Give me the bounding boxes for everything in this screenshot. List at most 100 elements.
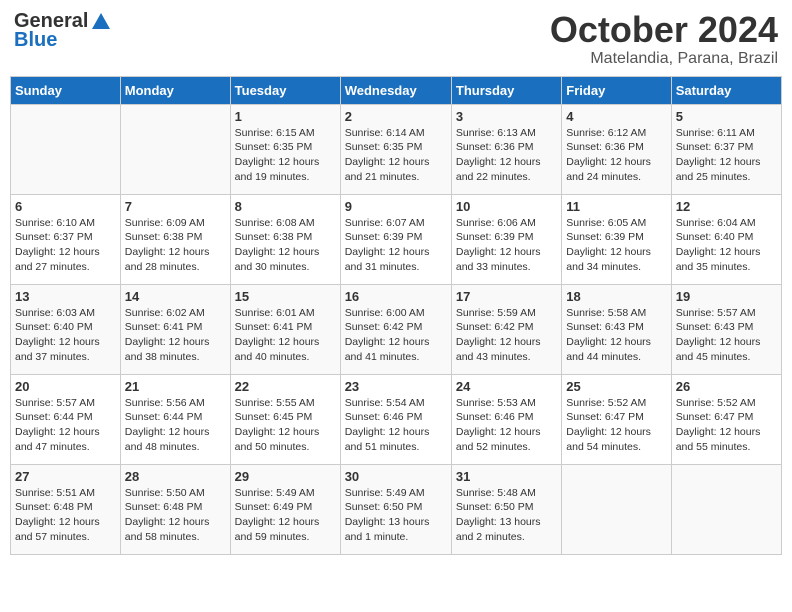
calendar-cell: 25 Sunrise: 5:52 AMSunset: 6:47 PMDayligh… [562, 374, 671, 464]
calendar-cell: 24 Sunrise: 5:53 AMSunset: 6:46 PMDayligh… [451, 374, 561, 464]
day-info: Sunrise: 6:11 AMSunset: 6:37 PMDaylight:… [676, 126, 777, 185]
calendar-week-row: 6 Sunrise: 6:10 AMSunset: 6:37 PMDaylight… [11, 194, 782, 284]
calendar-cell: 20 Sunrise: 5:57 AMSunset: 6:44 PMDayligh… [11, 374, 121, 464]
day-info: Sunrise: 5:54 AMSunset: 6:46 PMDaylight:… [345, 396, 447, 455]
day-number: 1 [235, 109, 336, 124]
day-number: 21 [125, 379, 226, 394]
day-number: 5 [676, 109, 777, 124]
day-info: Sunrise: 5:58 AMSunset: 6:43 PMDaylight:… [566, 306, 666, 365]
day-info: Sunrise: 5:49 AMSunset: 6:49 PMDaylight:… [235, 486, 336, 545]
calendar-cell: 6 Sunrise: 6:10 AMSunset: 6:37 PMDaylight… [11, 194, 121, 284]
day-number: 28 [125, 469, 226, 484]
day-info: Sunrise: 6:15 AMSunset: 6:35 PMDaylight:… [235, 126, 336, 185]
day-number: 23 [345, 379, 447, 394]
calendar-cell: 13Sunrise: 6:03 AMSunset: 6:40 PMDayligh… [11, 284, 121, 374]
calendar-cell [671, 464, 781, 554]
calendar-cell [11, 104, 121, 194]
day-number: 25 [566, 379, 666, 394]
day-number: 12 [676, 199, 777, 214]
calendar-cell: 29 Sunrise: 5:49 AMSunset: 6:49 PMDayligh… [230, 464, 340, 554]
day-number: 2 [345, 109, 447, 124]
calendar-cell: 14Sunrise: 6:02 AMSunset: 6:41 PMDayligh… [120, 284, 230, 374]
day-number: 27 [15, 469, 116, 484]
day-number: 22 [235, 379, 336, 394]
day-info: Sunrise: 5:56 AMSunset: 6:44 PMDaylight:… [125, 396, 226, 455]
day-number: 26 [676, 379, 777, 394]
day-info: Sunrise: 5:59 AMSunset: 6:42 PMDaylight:… [456, 306, 557, 365]
logo-blue: Blue [14, 29, 57, 52]
day-number: 20 [15, 379, 116, 394]
day-number: 11 [566, 199, 666, 214]
day-info: Sunrise: 6:02 AMSunset: 6:41 PMDaylight:… [125, 306, 226, 365]
page-header: General Blue October 2024 Matelandia, Pa… [10, 10, 782, 68]
calendar-cell [120, 104, 230, 194]
calendar-week-row: 20 Sunrise: 5:57 AMSunset: 6:44 PMDayligh… [11, 374, 782, 464]
header-saturday: Saturday [671, 76, 781, 104]
day-number: 17 [456, 289, 557, 304]
calendar-cell: 23 Sunrise: 5:54 AMSunset: 6:46 PMDayligh… [340, 374, 451, 464]
calendar-cell: 12 Sunrise: 6:04 AMSunset: 6:40 PMDayligh… [671, 194, 781, 284]
day-number: 10 [456, 199, 557, 214]
calendar-cell: 8 Sunrise: 6:08 AMSunset: 6:38 PMDaylight… [230, 194, 340, 284]
calendar-cell: 17 Sunrise: 5:59 AMSunset: 6:42 PMDayligh… [451, 284, 561, 374]
calendar-cell: 18 Sunrise: 5:58 AMSunset: 6:43 PMDayligh… [562, 284, 671, 374]
day-number: 16 [345, 289, 447, 304]
day-number: 8 [235, 199, 336, 214]
logo-icon [90, 11, 112, 33]
calendar-cell: 31 Sunrise: 5:48 AMSunset: 6:50 PMDayligh… [451, 464, 561, 554]
header-friday: Friday [562, 76, 671, 104]
header-wednesday: Wednesday [340, 76, 451, 104]
calendar-cell: 1 Sunrise: 6:15 AMSunset: 6:35 PMDaylight… [230, 104, 340, 194]
calendar-header-row: Sunday Monday Tuesday Wednesday Thursday… [11, 76, 782, 104]
calendar-week-row: 1 Sunrise: 6:15 AMSunset: 6:35 PMDaylight… [11, 104, 782, 194]
day-info: Sunrise: 6:00 AMSunset: 6:42 PMDaylight:… [345, 306, 447, 365]
header-tuesday: Tuesday [230, 76, 340, 104]
calendar-cell: 26 Sunrise: 5:52 AMSunset: 6:47 PMDayligh… [671, 374, 781, 464]
day-info: Sunrise: 5:49 AMSunset: 6:50 PMDaylight:… [345, 486, 447, 545]
calendar-cell: 11Sunrise: 6:05 AMSunset: 6:39 PMDayligh… [562, 194, 671, 284]
calendar-cell: 27 Sunrise: 5:51 AMSunset: 6:48 PMDayligh… [11, 464, 121, 554]
calendar-cell: 4Sunrise: 6:12 AMSunset: 6:36 PMDaylight… [562, 104, 671, 194]
day-info: Sunrise: 6:13 AMSunset: 6:36 PMDaylight:… [456, 126, 557, 185]
day-info: Sunrise: 5:51 AMSunset: 6:48 PMDaylight:… [15, 486, 116, 545]
day-number: 29 [235, 469, 336, 484]
day-number: 18 [566, 289, 666, 304]
day-number: 15 [235, 289, 336, 304]
day-info: Sunrise: 6:10 AMSunset: 6:37 PMDaylight:… [15, 216, 116, 275]
day-info: Sunrise: 5:48 AMSunset: 6:50 PMDaylight:… [456, 486, 557, 545]
header-monday: Monday [120, 76, 230, 104]
day-info: Sunrise: 6:14 AMSunset: 6:35 PMDaylight:… [345, 126, 447, 185]
calendar-cell: 10Sunrise: 6:06 AMSunset: 6:39 PMDayligh… [451, 194, 561, 284]
calendar-cell: 7Sunrise: 6:09 AMSunset: 6:38 PMDaylight… [120, 194, 230, 284]
day-number: 24 [456, 379, 557, 394]
calendar-cell [562, 464, 671, 554]
day-number: 13 [15, 289, 116, 304]
day-info: Sunrise: 6:12 AMSunset: 6:36 PMDaylight:… [566, 126, 666, 185]
calendar-cell: 30Sunrise: 5:49 AMSunset: 6:50 PMDayligh… [340, 464, 451, 554]
calendar-cell: 21 Sunrise: 5:56 AMSunset: 6:44 PMDayligh… [120, 374, 230, 464]
day-number: 31 [456, 469, 557, 484]
calendar-cell: 22 Sunrise: 5:55 AMSunset: 6:45 PMDayligh… [230, 374, 340, 464]
calendar-table: Sunday Monday Tuesday Wednesday Thursday… [10, 76, 782, 555]
calendar-week-row: 27 Sunrise: 5:51 AMSunset: 6:48 PMDayligh… [11, 464, 782, 554]
day-info: Sunrise: 5:53 AMSunset: 6:46 PMDaylight:… [456, 396, 557, 455]
location-title: Matelandia, Parana, Brazil [550, 50, 778, 68]
day-info: Sunrise: 6:07 AMSunset: 6:39 PMDaylight:… [345, 216, 447, 275]
day-info: Sunrise: 5:52 AMSunset: 6:47 PMDaylight:… [566, 396, 666, 455]
day-number: 3 [456, 109, 557, 124]
header-sunday: Sunday [11, 76, 121, 104]
logo: General Blue [14, 10, 112, 52]
calendar-cell: 3 Sunrise: 6:13 AMSunset: 6:36 PMDaylight… [451, 104, 561, 194]
day-info: Sunrise: 6:08 AMSunset: 6:38 PMDaylight:… [235, 216, 336, 275]
day-info: Sunrise: 5:52 AMSunset: 6:47 PMDaylight:… [676, 396, 777, 455]
day-number: 6 [15, 199, 116, 214]
day-info: Sunrise: 5:50 AMSunset: 6:48 PMDaylight:… [125, 486, 226, 545]
day-number: 19 [676, 289, 777, 304]
day-number: 9 [345, 199, 447, 214]
day-info: Sunrise: 6:04 AMSunset: 6:40 PMDaylight:… [676, 216, 777, 275]
month-title: October 2024 [550, 10, 778, 50]
calendar-cell: 19 Sunrise: 5:57 AMSunset: 6:43 PMDayligh… [671, 284, 781, 374]
day-info: Sunrise: 5:55 AMSunset: 6:45 PMDaylight:… [235, 396, 336, 455]
day-info: Sunrise: 5:57 AMSunset: 6:44 PMDaylight:… [15, 396, 116, 455]
day-info: Sunrise: 5:57 AMSunset: 6:43 PMDaylight:… [676, 306, 777, 365]
